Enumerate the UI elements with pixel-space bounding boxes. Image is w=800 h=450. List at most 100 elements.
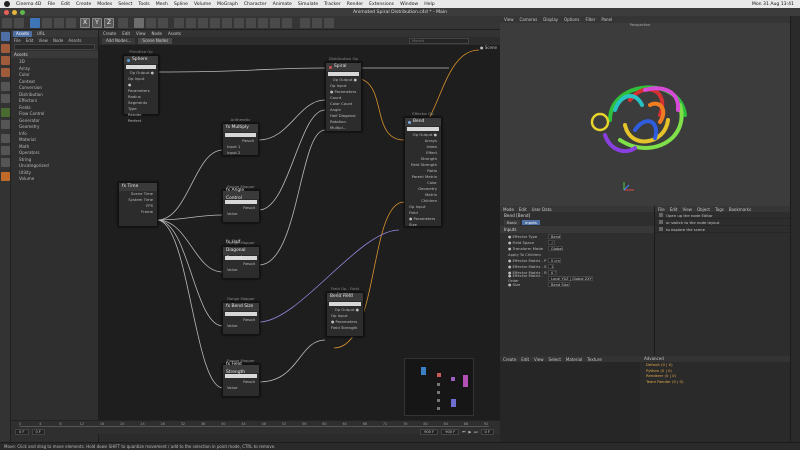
object-list-item[interactable]: to explore the scene: [655, 226, 790, 233]
object-manager-menu-item-0[interactable]: File: [658, 207, 665, 212]
attribute-value-field[interactable]: 0 cm: [548, 257, 561, 263]
viewport-menu-item-2[interactable]: Display: [543, 17, 558, 22]
timeline-ruler[interactable]: 0 4 8 12 16 20 24 28 32 36 40 44 48 52 56 60 64 68 72 76 80 8…: [19, 422, 489, 427]
node-port[interactable]: Value: [223, 267, 259, 273]
attribute-menu-item-2[interactable]: User Data: [532, 207, 552, 212]
soft-selection-icon[interactable]: [1, 172, 10, 181]
forward-icon[interactable]: ⏭: [474, 430, 477, 434]
asset-menu-item-0[interactable]: File: [14, 38, 21, 43]
max-frame-field-b[interactable]: 900 F: [441, 428, 460, 435]
bend-field-node[interactable]: Field Op - Field Function Bend Field Op …: [326, 286, 364, 337]
node-minimap[interactable]: [404, 358, 474, 416]
app-menu-item-18[interactable]: Help: [424, 2, 434, 7]
object-manager-menu-item-1[interactable]: Edit: [670, 207, 678, 212]
bend-size-node[interactable]: Range Mapper fx Bend Size Result Value: [222, 296, 260, 335]
cube-icon[interactable]: [174, 18, 184, 28]
material-menu-item-5[interactable]: Texture: [587, 357, 602, 362]
play-icon[interactable]: [134, 18, 144, 28]
redo-icon[interactable]: [14, 18, 24, 28]
snapping-icon[interactable]: [1, 120, 10, 129]
planar-workplane-icon[interactable]: [1, 146, 10, 155]
object-manager-menu-item-2[interactable]: View: [682, 207, 692, 212]
url-tab[interactable]: URL: [34, 31, 48, 37]
points-mode-icon[interactable]: [1, 44, 10, 53]
rewind-icon[interactable]: ⏮: [462, 430, 465, 434]
asset-menu-item-1[interactable]: Edit: [26, 38, 34, 43]
asset-menu-item-2[interactable]: View: [38, 38, 48, 43]
move-tool-icon[interactable]: [30, 18, 40, 28]
axis-mode-icon[interactable]: [1, 94, 10, 103]
workplane-icon[interactable]: [312, 18, 322, 28]
viewport-menu-item-0[interactable]: View: [504, 17, 514, 22]
node-port[interactable]: Size: [405, 222, 441, 228]
floor-icon[interactable]: [258, 18, 268, 28]
node-port[interactable]: Field Strength: [327, 325, 363, 331]
pen-icon[interactable]: [186, 18, 196, 28]
coordinate-system-icon[interactable]: [118, 18, 128, 28]
light-icon[interactable]: [282, 18, 292, 28]
app-menu-item-7[interactable]: Mesh: [156, 2, 168, 7]
attribute-value-field[interactable]: Local YXZ | Global ZXY: [548, 275, 593, 281]
object-list-item[interactable]: or switch to the node layout: [655, 219, 790, 226]
polygons-mode-icon[interactable]: [1, 68, 10, 77]
scale-tool-icon[interactable]: [42, 18, 52, 28]
extrude-icon[interactable]: [210, 18, 220, 28]
model-mode-icon[interactable]: [1, 32, 10, 41]
app-menu-item-16[interactable]: Extensions: [369, 2, 394, 7]
attribute-value-field[interactable]: Global: [548, 245, 564, 251]
effector-bend-node[interactable]: Effector Op Bend Op Output ● Arrays Inde…: [404, 111, 442, 228]
inputs-tab[interactable]: Inputs: [522, 220, 540, 225]
rotate-tool-icon[interactable]: [54, 18, 64, 28]
max-frame-field-a[interactable]: 900 F: [420, 428, 439, 435]
material-menu-item-2[interactable]: View: [534, 357, 544, 362]
viewport-menu-item-3[interactable]: Options: [564, 17, 579, 22]
undo-icon[interactable]: [2, 18, 12, 28]
time-node[interactable]: fx Time Scene Time System Time FPS Frame: [118, 182, 158, 227]
material-menu-item-3[interactable]: Select: [549, 357, 561, 362]
start-frame-field[interactable]: 0 F: [15, 428, 29, 435]
app-menu-item-4[interactable]: Modes: [97, 2, 112, 7]
object-list-item[interactable]: Open up the node Editor: [655, 212, 790, 219]
maximize-window-icon[interactable]: [20, 9, 25, 15]
select-tool-icon[interactable]: [66, 18, 76, 28]
basic-tab[interactable]: Basic: [504, 220, 521, 225]
field-icon[interactable]: [246, 18, 256, 28]
node-port[interactable]: Rotation Multipl...: [326, 119, 361, 131]
sphere-node[interactable]: Primitive Op Sphere Op Output ● Op Input…: [123, 49, 159, 123]
attribute-value-field[interactable]: 1: [548, 263, 555, 269]
attribute-value-field[interactable]: Bend: [548, 233, 562, 239]
uv-mode-icon[interactable]: [1, 82, 10, 91]
node-port[interactable]: Render Perfect: [124, 112, 158, 124]
node-port[interactable]: Value: [223, 385, 259, 391]
solo-icon[interactable]: [1, 158, 10, 167]
app-menu-item-5[interactable]: Select: [118, 2, 132, 7]
object-manager-menu-item-5[interactable]: Bookmarks: [729, 207, 751, 212]
viewport-menu-item-5[interactable]: Panel: [601, 17, 612, 22]
asset-category-item[interactable]: Volume: [19, 176, 98, 183]
field-strength-node[interactable]: Range Mapper fx Field Strength Result Va…: [222, 358, 260, 397]
attribute-menu-item-1[interactable]: Edit: [519, 207, 527, 212]
angle-control-node[interactable]: Range Mapper fx Angle Control Result Val…: [222, 184, 260, 223]
app-menu-item-11[interactable]: Character: [244, 2, 267, 7]
app-menu-item-9[interactable]: Volume: [194, 2, 211, 7]
attribute-value-field[interactable]: ✓: [548, 239, 556, 245]
timeline[interactable]: 0 4 8 12 16 20 24 28 32 36 40 44 48 52 56 60 64 68 72 76 80 8…: [11, 420, 500, 435]
spiral-node[interactable]: Distribution Op Spiral Op Output ● Op In…: [325, 56, 362, 132]
asset-menu-item-3[interactable]: Node: [53, 38, 63, 43]
half-diagonal-control-node[interactable]: Range Mapper fx Half Diagonal Control Re…: [222, 240, 260, 279]
asset-search-input[interactable]: [14, 44, 95, 50]
app-menu-item-12[interactable]: Animate: [273, 2, 292, 7]
axis-z-button[interactable]: Z: [104, 18, 114, 28]
app-menu-item-13[interactable]: Simulate: [298, 2, 318, 7]
close-window-icon[interactable]: [4, 9, 9, 15]
app-menu-item-8[interactable]: Spline: [174, 2, 188, 7]
viewport-menu-item-1[interactable]: Cameras: [520, 17, 538, 22]
attribute-value-field[interactable]: 0 °: [548, 269, 558, 275]
node-port[interactable]: Input 2: [223, 150, 258, 156]
scene-output-port[interactable]: ● Scene: [480, 45, 497, 50]
axis-x-button[interactable]: X: [80, 18, 90, 28]
app-menu-item-17[interactable]: Window: [400, 2, 418, 7]
play-button-icon[interactable]: ▶: [469, 430, 472, 434]
node-port[interactable]: Frame: [119, 209, 157, 215]
axis-y-button[interactable]: Y: [92, 18, 102, 28]
